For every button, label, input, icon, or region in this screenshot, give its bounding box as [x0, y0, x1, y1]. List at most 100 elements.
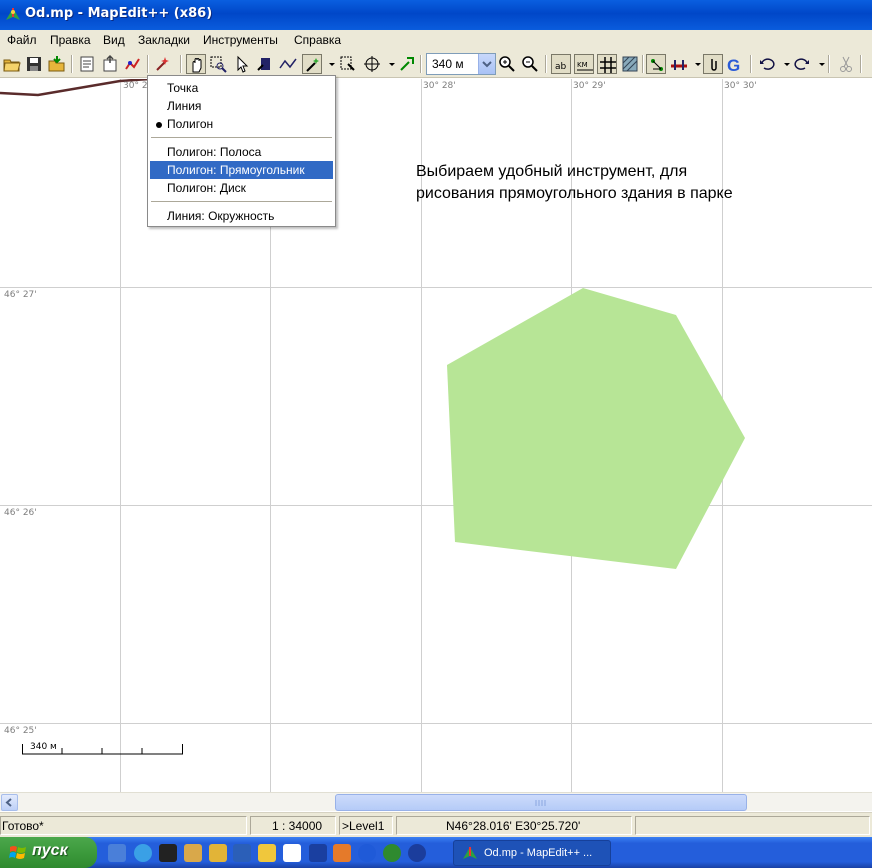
- taskbar: пуск Od.mp - MapEdit++ ...: [0, 837, 872, 868]
- menu-view[interactable]: Вид: [103, 33, 125, 47]
- import-icon[interactable]: [47, 54, 67, 74]
- quicklaunch-hp-icon[interactable]: [408, 844, 426, 862]
- toolbar-separator: [860, 55, 862, 73]
- lon-label: 30° 28': [423, 81, 456, 91]
- save-icon[interactable]: [24, 54, 44, 74]
- undo-dropdown-arrow[interactable]: [777, 54, 790, 74]
- start-button[interactable]: пуск: [0, 837, 97, 868]
- snap-icon[interactable]: [646, 54, 666, 74]
- status-state: Готово*: [2, 819, 44, 833]
- ruler-dropdown-arrow[interactable]: [688, 54, 701, 74]
- redo-dropdown-arrow[interactable]: [812, 54, 825, 74]
- rotate-dropdown-arrow[interactable]: [382, 54, 395, 74]
- ruler-icon[interactable]: [669, 54, 689, 74]
- quicklaunch-books-icon[interactable]: [233, 844, 251, 862]
- quicklaunch-window-icon[interactable]: [309, 844, 327, 862]
- undo-icon[interactable]: [757, 54, 777, 74]
- labels-icon[interactable]: ab: [551, 54, 571, 74]
- quicklaunch-media-icon[interactable]: [159, 844, 177, 862]
- quicklaunch-mail-icon[interactable]: [358, 844, 376, 862]
- menu-bar: Файл Правка Вид Закладки Инструменты Спр…: [0, 30, 872, 50]
- lat-label: 46° 26': [4, 508, 37, 518]
- attach-icon[interactable]: [703, 54, 723, 74]
- toolbar-separator: [828, 55, 830, 73]
- menu-file[interactable]: Файл: [7, 33, 37, 47]
- quicklaunch-firefox-icon[interactable]: [333, 844, 351, 862]
- horizontal-scrollbar[interactable]: [0, 792, 872, 811]
- map-canvas[interactable]: 30° 26' 30° 28' 30° 29' 30° 30' 46° 27' …: [0, 79, 872, 792]
- create-object-icon[interactable]: [302, 54, 322, 74]
- create-object-dropdown-arrow[interactable]: [322, 54, 335, 74]
- hatch-icon[interactable]: [620, 54, 640, 74]
- zoom-in-icon[interactable]: [497, 54, 517, 74]
- status-scale-pane: 1 : 34000: [250, 816, 336, 835]
- select-icon[interactable]: [232, 54, 252, 74]
- grip-icon: [535, 800, 546, 806]
- properties-icon[interactable]: [77, 54, 97, 74]
- menu-item-point[interactable]: Точка: [150, 79, 333, 97]
- annotation-text: Выбираем удобный инструмент, для рисован…: [416, 161, 856, 205]
- hand-icon[interactable]: [186, 54, 206, 74]
- svg-text:G: G: [727, 56, 740, 74]
- google-icon[interactable]: G: [725, 54, 745, 74]
- menu-item-polygon[interactable]: Полигон: [150, 115, 333, 133]
- status-level: >Level1: [342, 819, 385, 833]
- lat-label: 46° 27': [4, 290, 37, 300]
- toolbar-separator: [545, 55, 547, 73]
- quicklaunch-people-icon[interactable]: [184, 844, 202, 862]
- status-coords-pane: N46°28.016' E30°25.720': [396, 816, 632, 835]
- cut-icon[interactable]: [836, 54, 856, 74]
- menu-item-line-circle[interactable]: Линия: Окружность: [150, 207, 333, 225]
- polyline-icon[interactable]: [278, 54, 298, 74]
- quicklaunch-tools-icon[interactable]: [209, 844, 227, 862]
- menu-item-polygon-rectangle[interactable]: Полигон: Прямоугольник: [150, 161, 333, 179]
- export-icon[interactable]: [100, 54, 120, 74]
- menu-help[interactable]: Справка: [294, 33, 341, 47]
- scroll-thumb[interactable]: [335, 794, 747, 811]
- lon-label: 30° 30': [724, 81, 757, 91]
- menu-separator: [151, 201, 332, 202]
- zoom-out-icon[interactable]: [520, 54, 540, 74]
- quicklaunch-doc-icon[interactable]: [283, 844, 301, 862]
- status-level-pane: >Level1: [339, 816, 393, 835]
- chevron-left-icon: [5, 798, 12, 807]
- menu-item-polygon-disk[interactable]: Полигон: Диск: [150, 179, 333, 197]
- menu-item-polygon-strip[interactable]: Полигон: Полоса: [150, 143, 333, 161]
- connect-icon[interactable]: [397, 54, 417, 74]
- quicklaunch-folder-icon[interactable]: [258, 844, 276, 862]
- quicklaunch-outlook-icon[interactable]: [108, 844, 126, 862]
- chevron-down-icon[interactable]: [478, 54, 495, 74]
- title-bar: Od.mp - MapEdit++ (x86): [0, 0, 872, 30]
- radio-bullet-icon: [156, 122, 162, 128]
- menu-item-line[interactable]: Линия: [150, 97, 333, 115]
- trim-icon[interactable]: [338, 54, 358, 74]
- redo-icon[interactable]: [792, 54, 812, 74]
- grid-icon[interactable]: [597, 54, 617, 74]
- scale-value: 340 м: [432, 57, 464, 71]
- menu-separator: [151, 137, 332, 138]
- menu-bookmarks[interactable]: Закладки: [138, 33, 190, 47]
- taskbar-button-label: Od.mp - MapEdit++ ...: [484, 847, 593, 859]
- quicklaunch-tree-icon[interactable]: [383, 844, 401, 862]
- taskbar-button-mapedit[interactable]: Od.mp - MapEdit++ ...: [453, 840, 611, 866]
- svg-text:KM: KM: [577, 61, 588, 69]
- open-icon[interactable]: [2, 54, 22, 74]
- rotate-icon[interactable]: [362, 54, 382, 74]
- wand-icon[interactable]: [153, 54, 173, 74]
- scale-bar: 340 м: [22, 742, 184, 756]
- edit-node-icon[interactable]: [255, 54, 275, 74]
- generalize-icon[interactable]: [123, 54, 143, 74]
- scale-select[interactable]: 340 м: [426, 53, 496, 75]
- quicklaunch-ie-icon[interactable]: [134, 844, 152, 862]
- km-icon[interactable]: KM: [574, 54, 594, 74]
- annotation-line: рисования прямоугольного здания в парке: [416, 185, 733, 202]
- menu-edit[interactable]: Правка: [50, 33, 91, 47]
- zoom-rect-icon[interactable]: [208, 54, 228, 74]
- mapedit-app-icon[interactable]: [4, 6, 22, 24]
- scroll-left-button[interactable]: [1, 794, 18, 811]
- menu-tools[interactable]: Инструменты: [203, 33, 278, 47]
- toolbar-separator: [420, 55, 422, 73]
- windows-logo-icon: [9, 846, 26, 859]
- toolbar-separator: [750, 55, 752, 73]
- svg-text:ab: ab: [555, 62, 567, 72]
